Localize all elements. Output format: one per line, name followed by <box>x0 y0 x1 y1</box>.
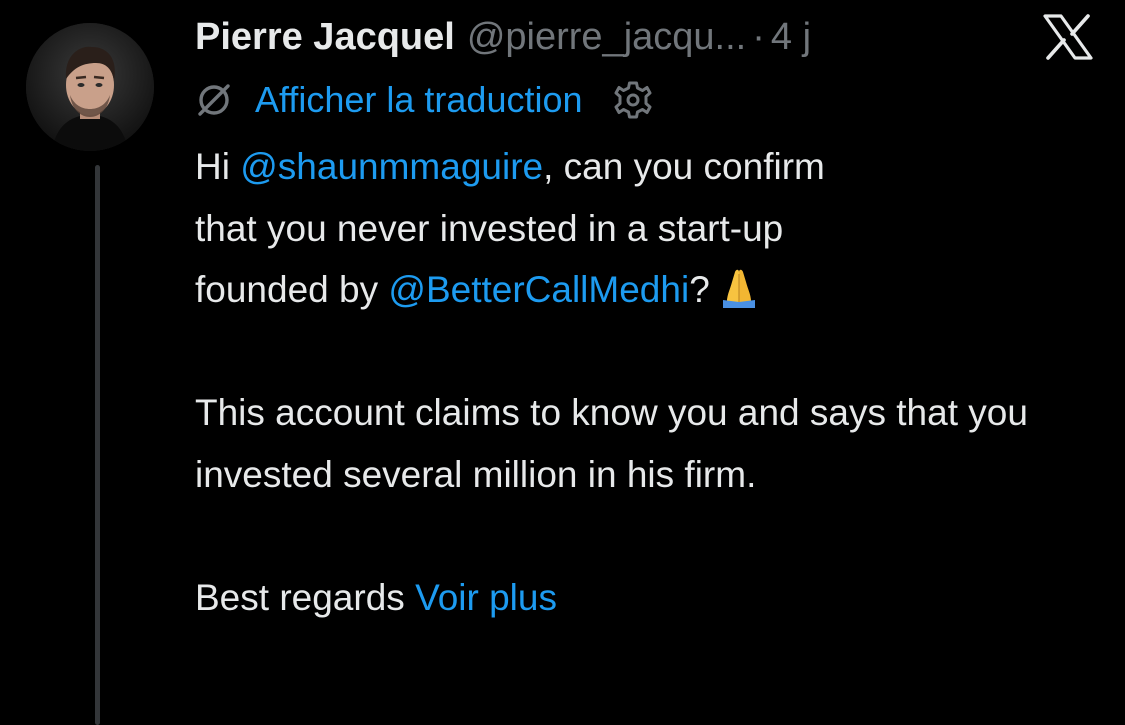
show-translation-link[interactable]: Afficher la traduction <box>255 79 583 121</box>
mention-shaunmmaguire[interactable]: @shaunmmaguire <box>240 146 543 187</box>
folded-hands-icon <box>722 269 755 308</box>
translate-row: Afficher la traduction <box>195 76 653 124</box>
text-segment: Best regards <box>195 576 405 618</box>
tweet-paragraph-2: This account claims to know you and says… <box>195 392 1028 495</box>
thread-line <box>95 165 100 725</box>
tweet-header: Pierre Jacquel @pierre_jacqu... · 4 j <box>195 12 811 62</box>
translate-icon <box>198 84 230 116</box>
text-segment: Hi <box>195 146 241 187</box>
show-more-link[interactable]: Voir plus <box>415 577 557 618</box>
tweet-paragraph-3: Best regards Voir plus <box>195 567 1105 629</box>
tweet-text: Hi @shaunmmaguire, can you confirm that … <box>195 136 1105 628</box>
tweet-paragraph-1: Hi @shaunmmaguire, can you confirm that … <box>195 136 1105 321</box>
x-logo[interactable] <box>1043 14 1093 60</box>
text-segment: , can you confirm <box>543 146 825 187</box>
tweet-timestamp[interactable]: 4 j <box>771 16 811 59</box>
header-separator: · <box>752 15 765 58</box>
text-segment: that you never invested in a start-up <box>195 207 784 249</box>
author-display-name[interactable]: Pierre Jacquel <box>195 16 455 59</box>
mention-bettercallmedhi[interactable]: @BetterCallMedhi <box>388 269 689 310</box>
avatar[interactable] <box>26 23 154 151</box>
author-handle[interactable]: @pierre_jacqu... <box>467 16 746 59</box>
gear-icon[interactable] <box>613 80 653 120</box>
text-segment: founded by <box>195 269 389 310</box>
text-segment: ? <box>689 269 710 310</box>
